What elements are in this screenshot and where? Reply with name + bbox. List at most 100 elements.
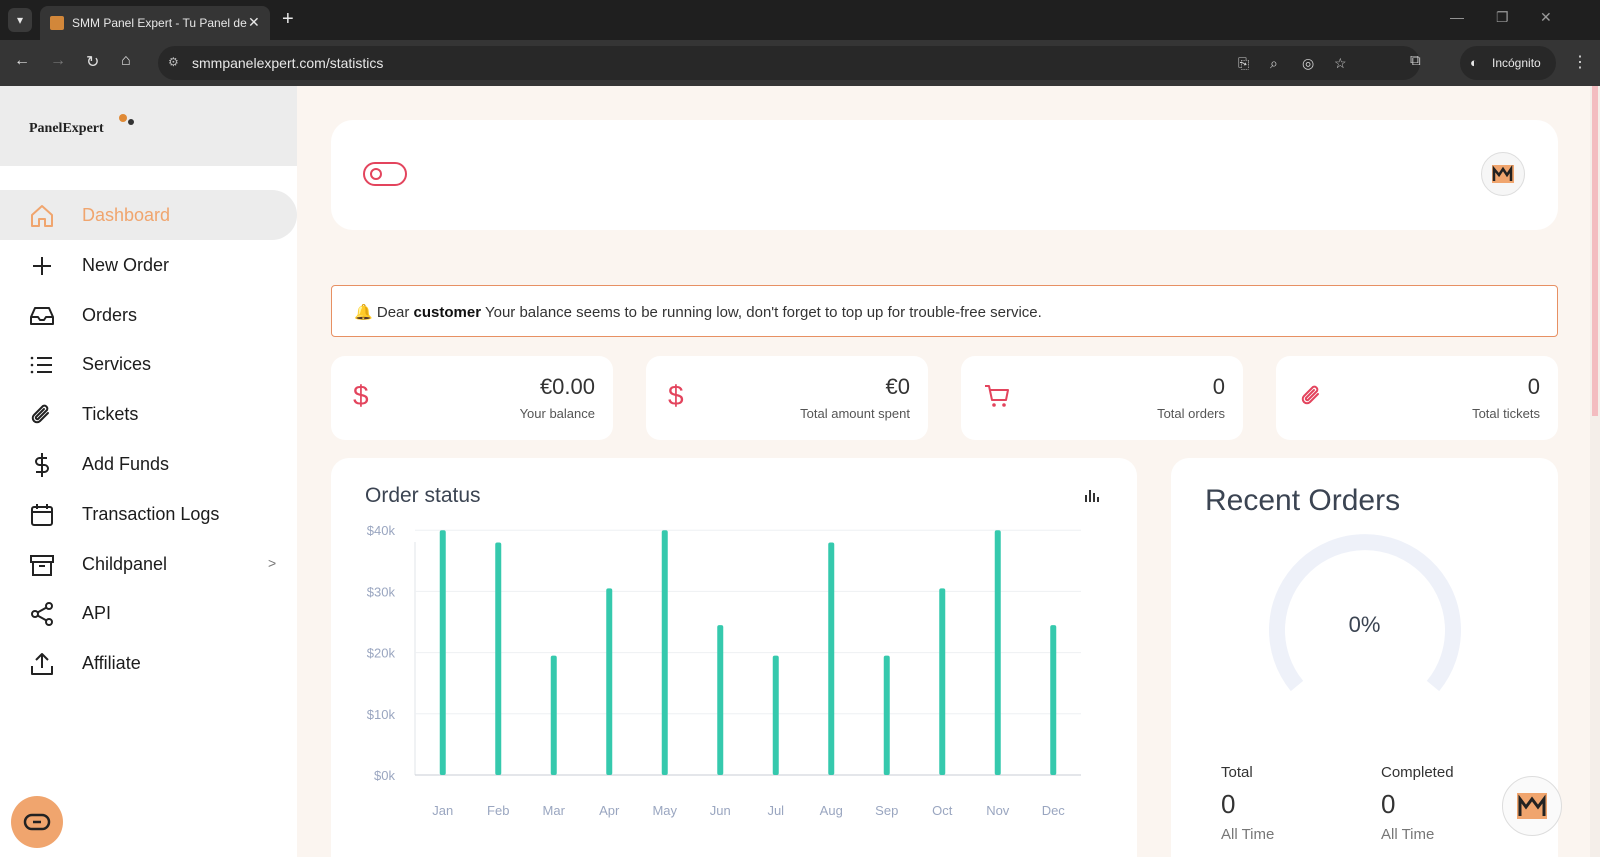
paperclip-icon <box>31 404 49 424</box>
home-browser-icon[interactable]: ⌂ <box>121 52 131 70</box>
support-avatar[interactable] <box>1502 776 1562 836</box>
bell-icon: 🔔 <box>354 304 373 321</box>
x-tick-label: Nov <box>986 803 1010 818</box>
close-tab-icon[interactable]: ✕ <box>248 14 260 31</box>
chart-bar <box>606 588 613 775</box>
incognito-badge[interactable]: ◐ Incógnito <box>1460 46 1556 80</box>
reload-icon[interactable]: ↻ <box>86 52 99 72</box>
chart-bar <box>883 655 890 775</box>
recent-completed-label: Completed <box>1381 764 1454 781</box>
browser-tab[interactable]: SMM Panel Expert - Tu Panel de ✕ <box>40 6 270 40</box>
sidebar-item-dashboard[interactable]: Dashboard <box>0 190 297 240</box>
recent-completed-value: 0 <box>1381 789 1396 819</box>
x-tick-label: Aug <box>820 803 843 818</box>
upload-icon <box>31 653 53 675</box>
sidebar-item-add-funds[interactable]: Add Funds <box>0 439 297 489</box>
svg-text:PanelExpert: PanelExpert <box>29 121 104 136</box>
recent-orders-title: Recent Orders <box>1205 484 1401 517</box>
browser-tabbar: ▾ SMM Panel Expert - Tu Panel de ✕ + — ❐… <box>0 0 1600 40</box>
x-tick-label: Oct <box>932 803 953 818</box>
sidebar-item-api[interactable]: API <box>0 588 297 638</box>
stat-card-total-spent: $ €0 Total amount spent <box>646 356 928 440</box>
chat-button[interactable] <box>11 796 63 848</box>
chart-bar <box>439 530 446 775</box>
x-tick-label: Dec <box>1042 803 1066 818</box>
panel-expert-logo[interactable]: PanelExpert <box>27 112 139 140</box>
site-info-icon[interactable]: ⚙ <box>168 55 184 71</box>
restore-icon[interactable]: ❐ <box>1496 9 1509 26</box>
sidebar: PanelExpert Dashboard New Order Orders S… <box>0 86 297 857</box>
stat-value: €0.00 <box>539 374 595 399</box>
sidebar-item-label: Services <box>82 354 152 374</box>
minimize-icon[interactable]: — <box>1450 9 1464 25</box>
stat-label: Your balance <box>519 406 595 421</box>
bookmark-star-icon[interactable]: ☆ <box>1334 55 1347 72</box>
logo-area: PanelExpert <box>0 86 297 166</box>
recent-total-value: 0 <box>1221 789 1236 819</box>
stat-card-total-orders: 0 Total orders <box>961 356 1243 440</box>
order-status-card: Order status $0k $10k $20k $30k $40k Jan Feb Ma… <box>331 458 1137 857</box>
sidebar-item-tickets[interactable]: Tickets <box>0 389 297 439</box>
url-text[interactable]: smmpanelexpert.com/statistics <box>192 55 383 71</box>
dollar-icon <box>35 453 49 477</box>
sidebar-item-label: Affiliate <box>82 653 141 673</box>
browser-menu-icon[interactable]: ⋮ <box>1572 52 1588 72</box>
back-icon[interactable]: ← <box>14 52 30 70</box>
extensions-icon[interactable]: ⧉ <box>1410 52 1421 69</box>
translate-icon[interactable]: ⎘ <box>1238 55 1249 72</box>
chart-bar <box>1050 625 1057 775</box>
chart-bar <box>994 530 1001 775</box>
x-tick-label: Feb <box>487 803 509 818</box>
x-tick-label: Mar <box>543 803 566 818</box>
x-tick-label: Jun <box>710 803 731 818</box>
sidebar-item-new-order[interactable]: New Order <box>0 240 297 290</box>
chart-bar <box>495 542 502 775</box>
close-window-icon[interactable]: ✕ <box>1540 9 1552 26</box>
dollar-icon: $ <box>668 380 684 411</box>
tab-search-button[interactable]: ▾ <box>8 8 32 32</box>
header-card <box>331 120 1558 230</box>
progress-gauge <box>1269 534 1461 692</box>
plus-icon <box>33 257 51 275</box>
stat-label: Total amount spent <box>800 406 910 421</box>
dollar-icon: $ <box>353 380 369 411</box>
support-avatar-icon <box>1517 793 1547 819</box>
tab-title: SMM Panel Expert - Tu Panel de <box>72 16 247 30</box>
list-icon <box>30 356 52 374</box>
alert-name: customer <box>413 304 482 321</box>
sidebar-item-childpanel[interactable]: Childpanel > <box>0 539 297 589</box>
chevron-right-icon: > <box>268 555 277 571</box>
stat-card-balance: $ €0.00 Your balance <box>331 356 613 440</box>
stat-label: Total tickets <box>1472 406 1540 421</box>
x-tick-label: Jan <box>432 803 453 818</box>
calendar-icon <box>31 504 53 526</box>
scrollbar-thumb[interactable] <box>1592 86 1598 416</box>
forward-icon[interactable]: → <box>50 52 66 70</box>
bar-chart-icon[interactable] <box>1083 486 1101 504</box>
x-tick-label: Apr <box>599 803 620 818</box>
avatar[interactable] <box>1481 152 1525 196</box>
sidebar-item-label: Orders <box>82 305 138 325</box>
x-tick-label: May <box>652 803 677 818</box>
address-bar[interactable]: ⚙ smmpanelexpert.com/statistics ⎘ ⌕ ◎ ☆ <box>158 46 1420 80</box>
sidebar-item-services[interactable]: Services <box>0 339 297 389</box>
favicon-icon <box>50 16 64 30</box>
stat-card-total-tickets: 0 Total tickets <box>1276 356 1558 440</box>
zoom-icon[interactable]: ⌕ <box>1270 55 1278 72</box>
y-tick-label: $0k <box>374 768 395 783</box>
alert-prefix: Dear <box>376 304 410 321</box>
order-status-chart: $0k $10k $20k $30k $40k Jan Feb Mar Apr May Jun Jul… <box>367 523 1081 818</box>
sidebar-item-label: API <box>82 603 112 623</box>
new-tab-button[interactable]: + <box>282 8 294 30</box>
stat-value: 0 <box>1212 374 1225 399</box>
eye-off-icon[interactable]: ◎ <box>1302 55 1314 72</box>
chart-title: Order status <box>365 484 481 507</box>
sidebar-item-orders[interactable]: Orders <box>0 290 297 340</box>
sidebar-item-transaction-logs[interactable]: Transaction Logs <box>0 489 297 539</box>
sidebar-item-label: Tickets <box>82 404 139 424</box>
sidebar-item-affiliate[interactable]: Affiliate <box>0 638 297 688</box>
stat-value: €0 <box>885 374 910 399</box>
chart-bar <box>661 530 668 775</box>
recent-total-label: Total <box>1221 764 1253 781</box>
theme-toggle[interactable] <box>363 162 407 186</box>
